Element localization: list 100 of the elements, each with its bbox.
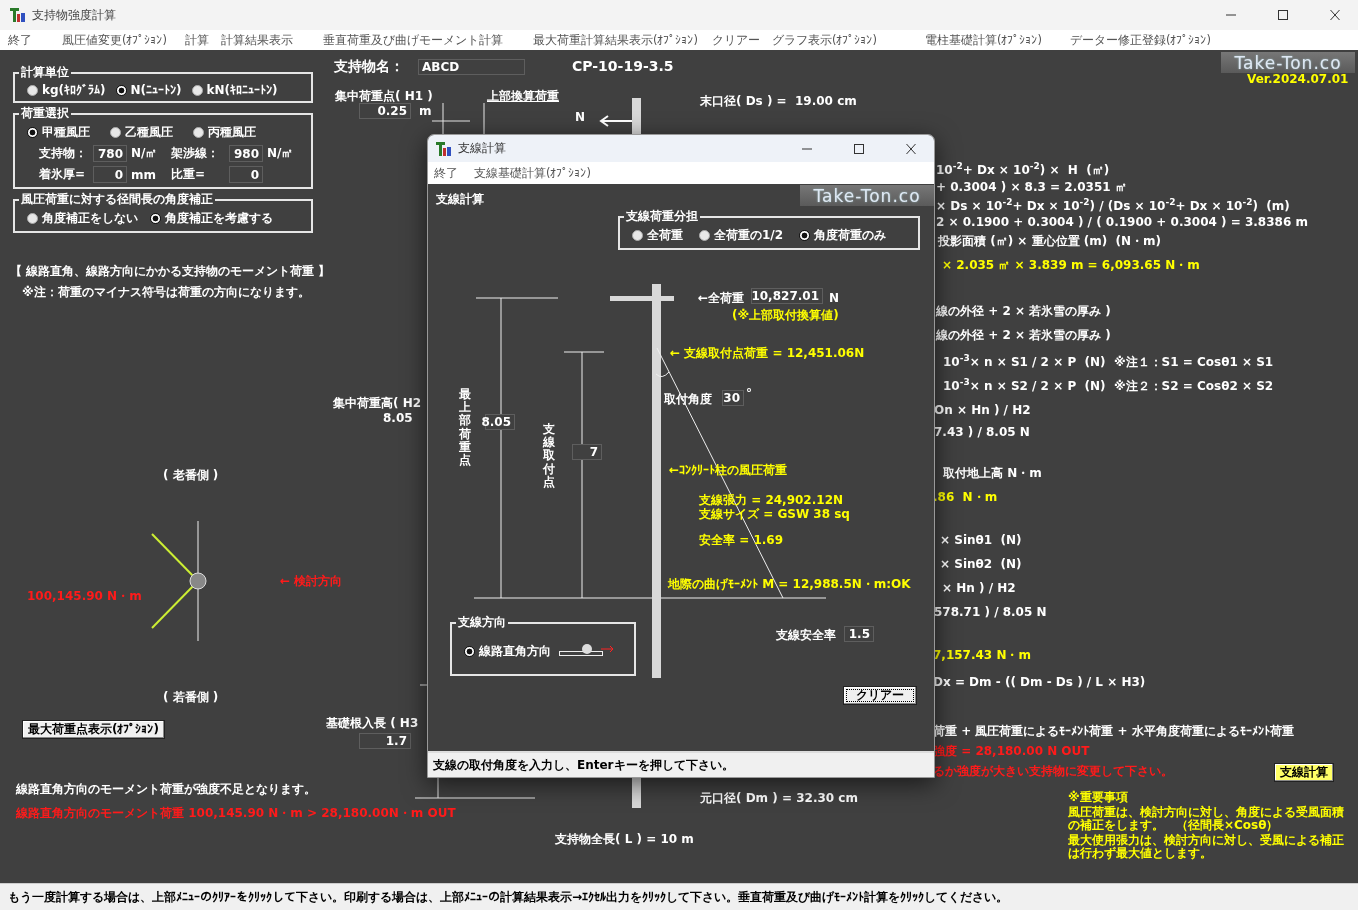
menu-item[interactable]: 最大荷重計算結果表示(ｵﾌﾟｼｮﾝ) bbox=[533, 32, 698, 48]
field-label: 架渉線： bbox=[171, 145, 220, 162]
input-field[interactable]: 1.5 bbox=[844, 626, 874, 642]
label-text: 安全率 = 1.69 bbox=[699, 532, 784, 549]
input-field[interactable]: 0 bbox=[93, 166, 127, 183]
label-text: 10$^{-3}$× n × S2 / 2 × P (N) ※注２：S2 = Cosθ2 × S2 bbox=[943, 377, 1274, 395]
radio-button[interactable]: 甲種風圧 bbox=[27, 124, 90, 141]
unit-label: mm bbox=[131, 167, 157, 182]
label-text: 基礎根入長 ( H3 bbox=[326, 715, 419, 732]
radio-button[interactable]: 角度補正をしない bbox=[27, 210, 138, 227]
radio-button[interactable]: 乙種風圧 bbox=[110, 124, 173, 141]
radio-button[interactable]: 全荷重 bbox=[632, 227, 683, 244]
field-label: ←全荷重 bbox=[698, 290, 745, 307]
left-arrow-icon bbox=[599, 115, 632, 127]
label-text: 支線張力 = 24,902.12N bbox=[699, 492, 844, 508]
input-field[interactable]: 980 bbox=[229, 145, 263, 162]
menu-item[interactable]: 電柱基礎計算(ｵﾌﾟｼｮﾝ) bbox=[924, 32, 1042, 48]
radio-button[interactable]: 線路直角方向 bbox=[464, 643, 551, 660]
label-text: m bbox=[419, 104, 432, 118]
radio-button[interactable]: kg(ｷﾛｸﾞﾗﾑ) bbox=[27, 83, 106, 97]
max-load-point-button[interactable]: 最大荷重点表示(ｵﾌﾟｼｮﾝ) bbox=[22, 720, 165, 739]
input-field[interactable]: 0.25 bbox=[359, 103, 411, 119]
label-text: 元口径( Dm ) = 32.30 cm bbox=[700, 790, 858, 807]
menu-item[interactable]: 計算 bbox=[185, 32, 209, 48]
menu-item[interactable]: 終了 bbox=[8, 32, 32, 48]
status-bar: 支線の取付角度を入力し、Enterキーを押して下さい。 bbox=[428, 751, 934, 777]
clear-button[interactable]: クリアー bbox=[843, 686, 917, 705]
logo: Take-Ton.co bbox=[1221, 52, 1355, 73]
unit-label: N bbox=[829, 291, 840, 305]
label-text: 10$^{-2}$+ Dx × 10$^{-2}$) × H (㎡) bbox=[936, 161, 1110, 179]
input-field[interactable]: 1.7 bbox=[359, 733, 411, 749]
label-text: 8.05 bbox=[383, 411, 413, 425]
label-text: 集中荷重高( H2 bbox=[333, 395, 422, 412]
radio-button[interactable]: 全荷重の1/2 bbox=[699, 227, 784, 244]
note-text: 風圧荷重は、検討方向に対し、角度による受風面積の補正をします。 （径間長×Cosθ） bbox=[1068, 806, 1345, 832]
field-label: 取付角度 bbox=[664, 391, 712, 408]
window-title: 支持物強度計算 bbox=[32, 6, 117, 24]
unit-label: N/㎡ bbox=[131, 145, 159, 162]
menu-item[interactable]: 支線基礎計算(ｵﾌﾟｼｮﾝ) bbox=[474, 165, 591, 181]
menu-item[interactable]: 終了 bbox=[434, 165, 458, 181]
input-field[interactable]: 30 bbox=[722, 390, 744, 406]
input-field[interactable]: 10,827.01 bbox=[751, 288, 823, 304]
radio-button[interactable]: N(ﾆｭｰﾄﾝ) bbox=[115, 83, 182, 97]
label-text: ※注：荷重のマイナス符号は荷重の方向になります。 bbox=[22, 284, 310, 301]
group-title: 支線方向 bbox=[457, 614, 507, 631]
input-field[interactable]: 7 bbox=[572, 444, 602, 460]
radio-button[interactable]: 角度荷重のみ bbox=[799, 227, 887, 244]
name-field[interactable]: ABCD bbox=[418, 59, 525, 75]
label-text: 【 線路直角、線路方向にかかる支持物のモーメント荷重 】 bbox=[10, 263, 331, 280]
label-text: × Hn ) / H2 bbox=[942, 581, 1016, 595]
label-text: .86 N・m bbox=[933, 489, 998, 506]
version-text: Ver.2024.07.01 bbox=[1247, 72, 1349, 86]
note-text: ※重要事項 bbox=[1068, 791, 1129, 804]
unit-label: N/㎡ bbox=[267, 145, 295, 162]
label-text: 線路直角方向のモーメント荷重が強度不足となります。 bbox=[16, 781, 316, 798]
label-text: × 2.035 ㎡ × 3.839 m = 6,093.65 N・m bbox=[942, 257, 1200, 274]
label-text: 支線サイズ = GSW 38 sq bbox=[699, 506, 850, 523]
section-heading: 支線計算 bbox=[436, 191, 484, 208]
field-label: 支持物： bbox=[39, 145, 88, 162]
label-text: 10$^{-3}$× n × S1 / 2 × P (N) ※注１：S1 = Cosθ1 × S1 bbox=[943, 353, 1274, 371]
status-bar: もう一度計算する場合は、上部ﾒﾆｭｰのｸﾘｱｰをｸﾘｯｸして下さい。印刷する場合は、上部ﾒﾆｭｰの計算結果表示→ｴｸｾﾙ出力をｸﾘｯｸして下さい。垂直荷重及び曲げﾓｰﾒﾝﾄ計算をｸﾘｯｸしてください。 bbox=[0, 883, 1358, 910]
dialog-title: 支線計算 bbox=[458, 140, 507, 157]
label-text: 線路直角方向のモーメント荷重 100,145.90 N・m > 28,180.00N・m OUT bbox=[16, 805, 456, 822]
menu-item[interactable]: 垂直荷重及び曲げモーメント計算 bbox=[323, 32, 503, 48]
field-label: 比重= bbox=[171, 166, 207, 183]
group-title: 計算単位 bbox=[20, 64, 70, 81]
radio-button[interactable]: kN(ｷﾛﾆｭｰﾄﾝ) bbox=[191, 83, 278, 97]
note-text: 最大使用張力は、検討方向に対し、受風による補正は行わず最大値とします。 bbox=[1068, 834, 1345, 860]
unit-label: ° bbox=[746, 386, 752, 400]
label-text: 7.43 ) / 8.05 N bbox=[934, 425, 1030, 439]
label-text: 支持物全長( L ) = 10 m bbox=[555, 831, 694, 848]
menu-item[interactable]: グラフ表示(ｵﾌﾟｼｮﾝ) bbox=[771, 32, 877, 48]
logo: Take-Ton.co bbox=[800, 185, 934, 206]
menu-item[interactable]: 計算結果表示 bbox=[221, 32, 293, 48]
label-text: ← 検討方向 bbox=[280, 573, 343, 590]
label-text: × Sinθ1 (N) bbox=[940, 533, 1022, 547]
field-label: 支線安全率 bbox=[776, 627, 836, 644]
label-text: On × Hn ) / H2 bbox=[934, 403, 1031, 417]
vertical-label: 最上部荷重点 bbox=[459, 388, 471, 468]
label-text: + 0.3004 ) × 8.3 = 2.0351 ㎡ bbox=[936, 179, 1127, 196]
menu-item[interactable]: データー修正登録(ｵﾌﾟｼｮﾝ) bbox=[1069, 32, 1211, 48]
input-field[interactable]: 0 bbox=[229, 166, 263, 183]
label-text: 578.71 ) / 8.05 N bbox=[934, 605, 1047, 619]
menu-item[interactable]: クリアー bbox=[711, 32, 760, 48]
label-text: N bbox=[575, 110, 586, 124]
label-text: ← 支線取付点荷重 = 12,451.06N bbox=[670, 345, 865, 362]
guy-calc-button[interactable]: 支線計算 bbox=[1274, 763, 1334, 782]
radio-button[interactable]: 角度補正を考慮する bbox=[150, 210, 273, 227]
label-text: 投影面積 (㎡) × 重心位置 (m) (N・m) bbox=[938, 233, 1162, 250]
radio-button[interactable]: 丙種風圧 bbox=[193, 124, 256, 141]
group-title: 支線荷重分担 bbox=[625, 208, 699, 225]
menu-item[interactable]: 風圧値変更(ｵﾌﾟｼｮﾝ) bbox=[62, 32, 167, 48]
label-text: ( 老番側 ) bbox=[163, 467, 219, 484]
group-title: 荷重選択 bbox=[20, 105, 70, 122]
vertical-label: 支線取付点 bbox=[543, 423, 555, 489]
group-title: 風圧荷重に対する径間長の角度補正 bbox=[20, 191, 214, 208]
label-text: 末口径( Ds ) = 19.00 cm bbox=[700, 93, 857, 110]
label-text: 7,157.43 N・m bbox=[933, 647, 1031, 664]
input-field[interactable]: 780 bbox=[93, 145, 127, 162]
label-text: 100,145.90 N・m bbox=[27, 588, 142, 605]
